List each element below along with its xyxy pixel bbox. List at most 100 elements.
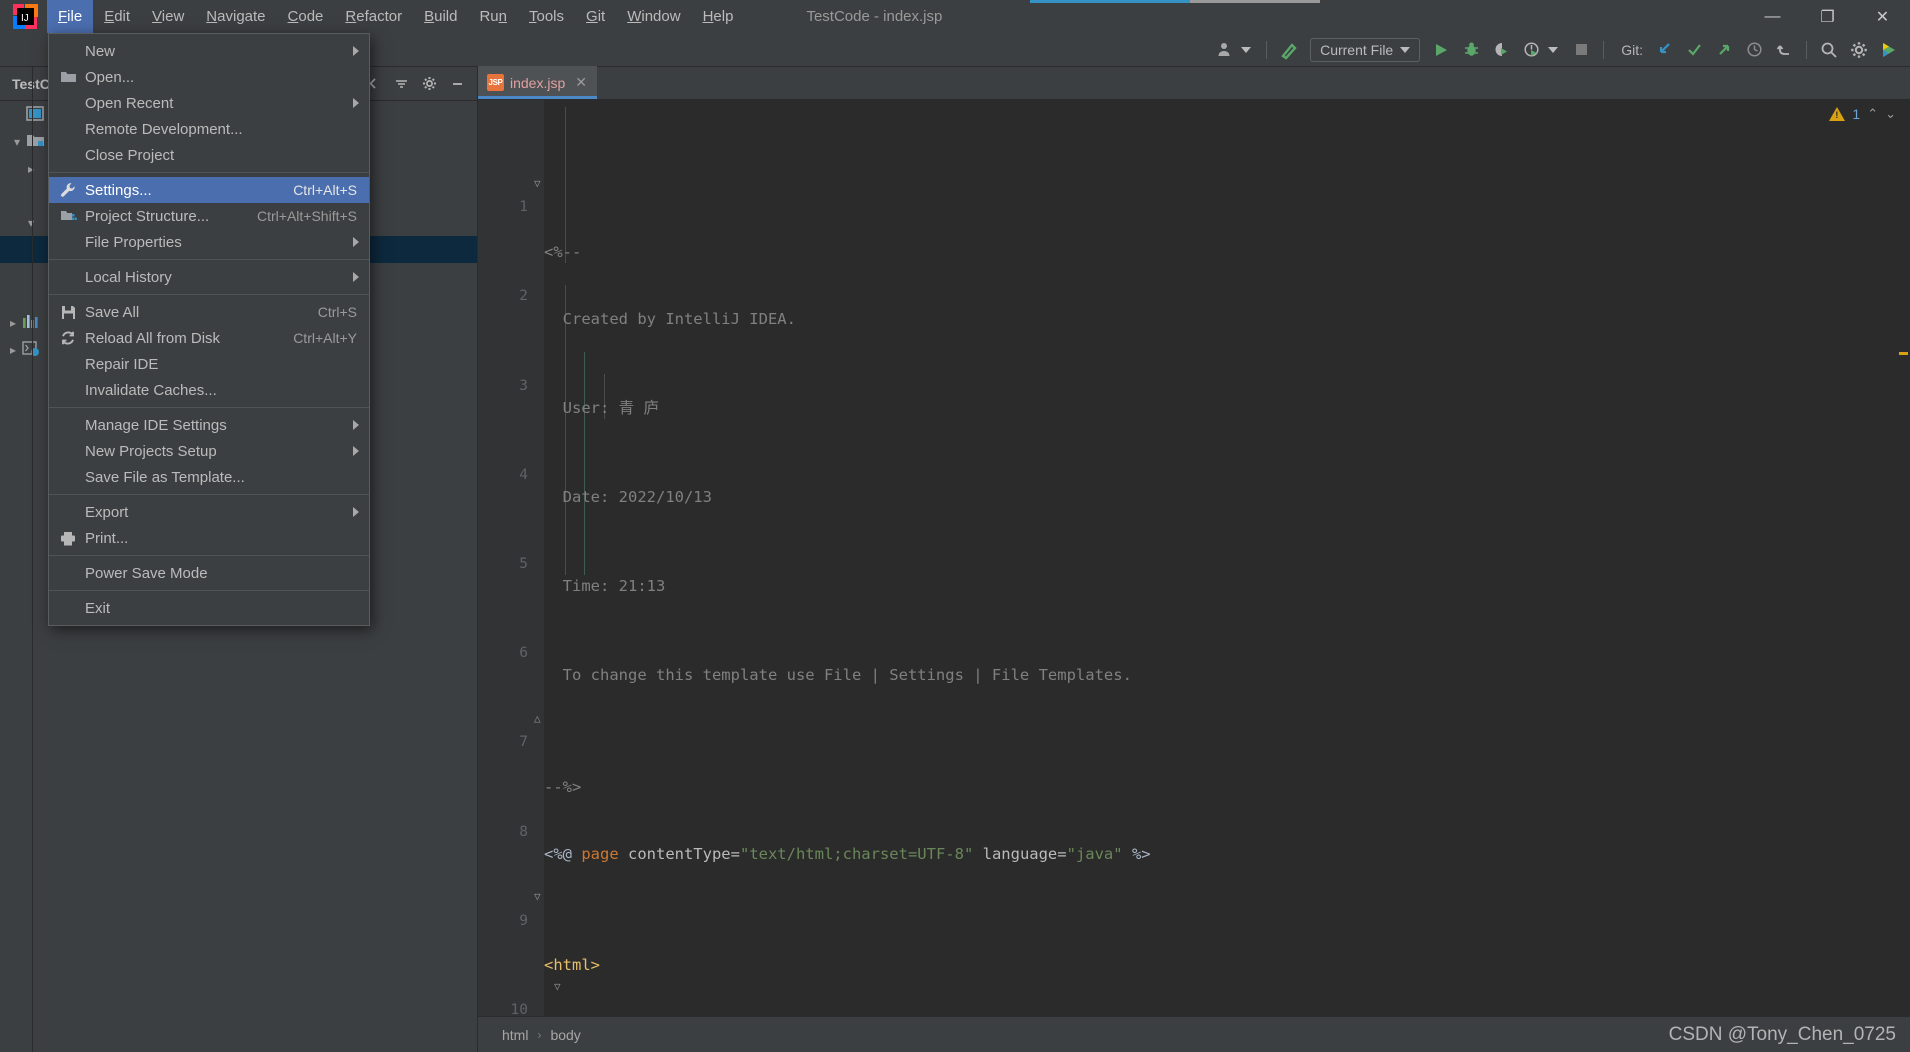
code-text: Date: 2022/10/13 <box>544 488 712 507</box>
maximize-button[interactable]: ❐ <box>1800 0 1855 33</box>
file-menu-item-settings[interactable]: Settings... Ctrl+Alt+S <box>49 177 369 203</box>
inspection-widget[interactable]: 1 ⌃ ⌄ <box>1829 106 1896 122</box>
file-menu-item-open[interactable]: Open... <box>49 64 369 90</box>
blank-icon <box>57 41 79 61</box>
run-configuration-selector[interactable]: Current File <box>1310 37 1421 62</box>
breadcrumb-item-html[interactable]: html <box>502 1027 528 1043</box>
tool-strip-divider <box>32 67 33 1052</box>
file-menu-item-save-file-as-template[interactable]: Save File as Template... <box>49 464 369 490</box>
minimize-button[interactable]: — <box>1745 0 1800 33</box>
blank-icon <box>57 467 79 487</box>
rollback-icon[interactable] <box>1769 36 1799 64</box>
file-menu-item-local-history[interactable]: Local History <box>49 264 369 290</box>
file-menu-item-save-all[interactable]: Save All Ctrl+S <box>49 299 369 325</box>
file-menu-label: File Properties <box>85 233 182 251</box>
git-commit-icon[interactable] <box>1679 36 1709 64</box>
user-avatar-chevron-down-icon[interactable] <box>1241 46 1252 53</box>
file-menu-label: Save File as Template... <box>85 468 245 486</box>
history-icon[interactable] <box>1739 36 1769 64</box>
git-update-icon[interactable] <box>1649 36 1679 64</box>
menu-code[interactable]: Code <box>277 0 335 33</box>
file-menu-item-open-recent[interactable]: Open Recent <box>49 90 369 116</box>
file-menu-item-exit[interactable]: Exit <box>49 595 369 621</box>
blank-icon <box>57 441 79 461</box>
chevron-down-icon[interactable]: ▾ <box>8 135 26 149</box>
minimize-panel-icon[interactable] <box>443 70 471 98</box>
debug-icon[interactable] <box>1456 36 1486 64</box>
wrench-icon <box>57 180 79 200</box>
menu-separator <box>49 259 369 260</box>
previous-problem-icon[interactable]: ⌃ <box>1867 106 1878 122</box>
blank-icon <box>57 380 79 400</box>
submenu-arrow-icon <box>353 98 359 108</box>
profiler-chevron-down-icon[interactable] <box>1548 46 1559 53</box>
editor-tab-index-jsp[interactable]: JSP index.jsp ✕ <box>478 66 597 99</box>
menu-edit[interactable]: Edit <box>93 0 141 33</box>
line-number: 3 <box>519 377 528 394</box>
file-menu-item-power-save-mode[interactable]: Power Save Mode <box>49 560 369 586</box>
folder-open-icon <box>57 67 79 87</box>
user-avatar-icon[interactable] <box>1211 36 1241 64</box>
warning-marker[interactable] <box>1899 352 1908 355</box>
git-push-icon[interactable] <box>1709 36 1739 64</box>
menu-git[interactable]: Git <box>575 0 616 33</box>
ide-assistant-icon[interactable] <box>1874 36 1904 64</box>
menu-run[interactable]: Run <box>468 0 518 33</box>
settings-gear-icon[interactable] <box>1844 36 1874 64</box>
file-menu-item-project-structure[interactable]: Project Structure... Ctrl+Alt+Shift+S <box>49 203 369 229</box>
run-icon[interactable] <box>1426 36 1456 64</box>
line-number: 5 <box>519 555 528 572</box>
profiler-icon[interactable] <box>1516 36 1546 64</box>
code-lines[interactable]: 1 ▽ <%-- 2 Created by IntelliJ IDEA. 3 U… <box>478 107 1910 1016</box>
file-menu-label: Print... <box>85 529 129 547</box>
breadcrumb-item-body[interactable]: body <box>550 1027 580 1043</box>
menu-window[interactable]: Window <box>616 0 691 33</box>
line-number: 9 <box>519 912 528 929</box>
fold-marker-icon[interactable]: ▽ <box>534 891 545 904</box>
file-menu-item-new[interactable]: New <box>49 38 369 64</box>
blank-icon <box>57 598 79 618</box>
file-menu-item-close-project[interactable]: Close Project <box>49 142 369 168</box>
collapse-all-icon[interactable] <box>387 70 415 98</box>
file-menu-item-repair-ide[interactable]: Repair IDE <box>49 351 369 377</box>
menu-file[interactable]: File <box>47 0 94 33</box>
search-everywhere-icon[interactable] <box>1814 36 1844 64</box>
file-menu-item-invalidate-caches[interactable]: Invalidate Caches... <box>49 377 369 403</box>
code-editor[interactable]: 1 ▽ <%-- 2 Created by IntelliJ IDEA. 3 U… <box>478 100 1910 1016</box>
file-menu-item-print[interactable]: Print... <box>49 525 369 551</box>
warning-count: 1 <box>1852 106 1861 122</box>
file-menu-item-export[interactable]: Export <box>49 499 369 525</box>
menu-help[interactable]: Help <box>692 0 745 33</box>
project-structure-icon <box>57 206 79 226</box>
editor-scrollbar[interactable] <box>1896 100 1910 1016</box>
file-menu-item-file-properties[interactable]: File Properties <box>49 229 369 255</box>
menu-separator <box>49 407 369 408</box>
line-number: 8 <box>519 823 528 840</box>
project-settings-gear-icon[interactable] <box>415 70 443 98</box>
chevron-right-icon-3[interactable]: ▸ <box>4 343 22 357</box>
file-menu-item-remote-development[interactable]: Remote Development... <box>49 116 369 142</box>
chevron-right-icon[interactable]: ▸ <box>22 162 40 176</box>
menu-view[interactable]: View <box>141 0 195 33</box>
next-problem-icon[interactable]: ⌄ <box>1885 106 1896 122</box>
menu-navigate[interactable]: Navigate <box>195 0 276 33</box>
chevron-right-icon-2[interactable]: ▸ <box>4 316 22 330</box>
run-with-coverage-icon[interactable] <box>1486 36 1516 64</box>
window-title: TestCode - index.jsp <box>806 8 943 25</box>
file-menu-item-manage-ide-settings[interactable]: Manage IDE Settings <box>49 412 369 438</box>
menu-refactor[interactable]: Refactor <box>334 0 413 33</box>
file-menu-label: Repair IDE <box>85 355 159 373</box>
code-line-5: 5 Time: 21:13 <box>478 531 1910 595</box>
menu-build[interactable]: Build <box>413 0 468 33</box>
build-hammer-icon[interactable] <box>1274 36 1304 64</box>
menu-tools[interactable]: Tools <box>518 0 575 33</box>
close-icon[interactable]: ✕ <box>575 74 587 91</box>
fold-marker-icon[interactable]: ▽ <box>534 178 545 191</box>
chevron-down-icon-2[interactable]: ▾ <box>22 216 40 230</box>
file-menu-item-reload-all-from-disk[interactable]: Reload All from Disk Ctrl+Alt+Y <box>49 325 369 351</box>
file-menu-item-new-projects-setup[interactable]: New Projects Setup <box>49 438 369 464</box>
close-button[interactable]: ✕ <box>1855 0 1910 33</box>
chevron-down-icon <box>1400 46 1411 53</box>
fold-marker-end-icon[interactable]: △ <box>534 713 545 726</box>
fold-marker-icon[interactable]: ▽ <box>554 981 565 994</box>
